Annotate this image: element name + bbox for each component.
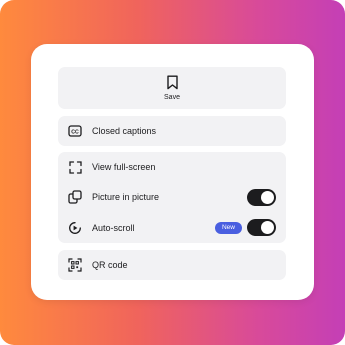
toggle-knob xyxy=(261,221,274,235)
picture-in-picture-toggle[interactable] xyxy=(247,188,276,206)
auto-scroll-label: Auto-scroll xyxy=(92,222,135,233)
qr-code-item[interactable]: QR code xyxy=(58,250,286,280)
qr-code-label: QR code xyxy=(92,260,128,270)
svg-text:CC: CC xyxy=(71,129,79,135)
closed-captions-label: Closed captions xyxy=(92,126,157,136)
view-full-screen-item[interactable]: View full-screen xyxy=(58,152,286,182)
auto-scroll-toggle[interactable] xyxy=(247,219,276,237)
picture-in-picture-icon xyxy=(68,190,82,205)
view-options-group: View full-screen Picture in picture Auto… xyxy=(58,152,286,243)
captions-group: CC Closed captions xyxy=(58,116,286,146)
bookmark-icon xyxy=(166,75,179,90)
options-sheet: Save CC Closed captions View full-screen… xyxy=(31,44,314,300)
qr-code-icon xyxy=(68,258,82,272)
qr-group: QR code xyxy=(58,250,286,280)
save-button[interactable]: Save xyxy=(58,67,286,109)
closed-captions-item[interactable]: CC Closed captions xyxy=(58,116,286,146)
view-full-screen-label: View full-screen xyxy=(92,162,156,173)
fullscreen-icon xyxy=(68,160,82,174)
auto-scroll-icon xyxy=(68,221,82,235)
save-label: Save xyxy=(164,94,180,101)
auto-scroll-item: Auto-scroll New xyxy=(58,213,286,243)
picture-in-picture-item: Picture in picture xyxy=(58,182,286,212)
closed-captions-icon: CC xyxy=(68,124,82,138)
gradient-background: Save CC Closed captions View full-screen… xyxy=(0,0,345,345)
picture-in-picture-label: Picture in picture xyxy=(92,192,160,203)
new-badge: New xyxy=(214,221,242,234)
toggle-knob xyxy=(261,190,274,204)
